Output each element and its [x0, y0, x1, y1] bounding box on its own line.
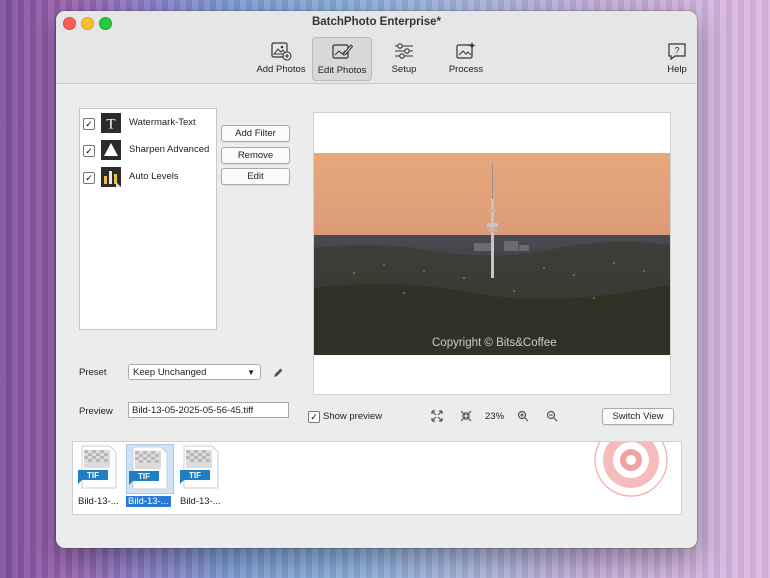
- tif-badge: TIF: [87, 471, 99, 480]
- pencil-icon[interactable]: [272, 367, 284, 379]
- edit-photos-button[interactable]: Edit Photos: [312, 37, 372, 81]
- thumbnail-strip: TIF Bild-13-... TIF Bild-13-... TIF Bild…: [72, 441, 682, 515]
- switch-view-button[interactable]: Switch View: [602, 408, 674, 425]
- levels-bars-icon: [101, 167, 121, 187]
- thumbnail-label: Bild-13-...: [180, 496, 221, 507]
- preset-value: Keep Unchanged: [133, 367, 207, 378]
- help-button[interactable]: ? Help: [659, 37, 695, 81]
- svg-text:?: ?: [674, 46, 679, 56]
- svg-text:T: T: [106, 117, 115, 133]
- add-photos-button[interactable]: Add Photos: [251, 37, 311, 81]
- title-bar: BatchPhoto Enterprise* Add Photos Edit P…: [56, 11, 697, 84]
- zoom-level: 23%: [485, 411, 505, 422]
- process-button[interactable]: Process: [436, 37, 496, 81]
- thumbnail-item[interactable]: TIF: [76, 444, 124, 494]
- edit-photos-icon: [332, 44, 353, 59]
- add-filter-button[interactable]: Add Filter: [221, 125, 290, 142]
- help-icon: ?: [668, 43, 686, 61]
- app-logo-decoration: [594, 442, 668, 497]
- edit-photos-label: Edit Photos: [317, 65, 367, 76]
- add-photos-label: Add Photos: [256, 64, 306, 75]
- remove-filter-button[interactable]: Remove: [221, 147, 290, 164]
- help-label: Help: [667, 64, 687, 75]
- setup-label: Setup: [391, 64, 417, 75]
- thumbnail-label: Bild-13-...: [126, 496, 171, 507]
- app-window: BatchPhoto Enterprise* Add Photos Edit P…: [56, 11, 697, 548]
- filter-item[interactable]: ✓ T Watermark-Text: [83, 113, 213, 135]
- thumbnail-label: Bild-13-...: [78, 496, 119, 507]
- zoom-out-icon[interactable]: [546, 410, 558, 422]
- actual-size-icon[interactable]: [460, 410, 472, 422]
- filter-item[interactable]: ✓ Sharpen Advanced: [83, 140, 213, 162]
- triangle-icon: [101, 140, 121, 160]
- filter-label: Watermark-Text: [129, 117, 196, 128]
- filter-item[interactable]: ✓ Auto Levels: [83, 167, 213, 189]
- filter-list: ✓ T Watermark-Text ✓ Sharpen Advanced ✓: [79, 108, 217, 330]
- edit-filter-button[interactable]: Edit: [221, 168, 290, 185]
- tif-badge: TIF: [138, 472, 150, 481]
- filter-checkbox[interactable]: ✓: [83, 118, 95, 130]
- show-preview-checkbox[interactable]: ✓: [308, 411, 320, 423]
- filter-label: Sharpen Advanced: [129, 144, 210, 155]
- setup-button[interactable]: Setup: [374, 37, 434, 81]
- chevron-down-icon: ▼: [247, 368, 255, 377]
- process-icon: [456, 42, 476, 59]
- preview-photo: Copyright © Bits&Coffee: [314, 153, 670, 355]
- tif-file-icon: TIF: [129, 446, 168, 490]
- filter-checkbox[interactable]: ✓: [83, 172, 95, 184]
- preview-label: Preview: [79, 406, 113, 417]
- show-preview-label: Show preview: [323, 411, 383, 422]
- fit-to-window-icon[interactable]: [431, 410, 443, 422]
- zoom-in-icon[interactable]: [517, 410, 529, 422]
- tif-file-icon: TIF: [180, 445, 219, 489]
- image-preview: Copyright © Bits&Coffee: [313, 112, 671, 395]
- filter-checkbox[interactable]: ✓: [83, 145, 95, 157]
- sliders-icon: [395, 43, 413, 59]
- filter-label: Auto Levels: [129, 171, 179, 182]
- tif-badge: TIF: [189, 471, 201, 480]
- watermark-text: Copyright © Bits&Coffee: [432, 337, 557, 349]
- add-photos-icon: [271, 42, 292, 61]
- process-label: Process: [448, 64, 484, 75]
- preset-label: Preset: [79, 367, 107, 378]
- text-t-icon: T: [101, 113, 121, 133]
- window-title: BatchPhoto Enterprise*: [311, 16, 442, 28]
- thumbnail-item-selected[interactable]: TIF: [126, 444, 174, 494]
- preset-select[interactable]: Keep Unchanged ▼: [128, 364, 261, 380]
- thumbnail-item[interactable]: TIF: [178, 444, 226, 494]
- preview-filename-field[interactable]: Bild-13-05-2025-05-56-45.tiff: [128, 402, 289, 418]
- tif-file-icon: TIF: [78, 445, 117, 489]
